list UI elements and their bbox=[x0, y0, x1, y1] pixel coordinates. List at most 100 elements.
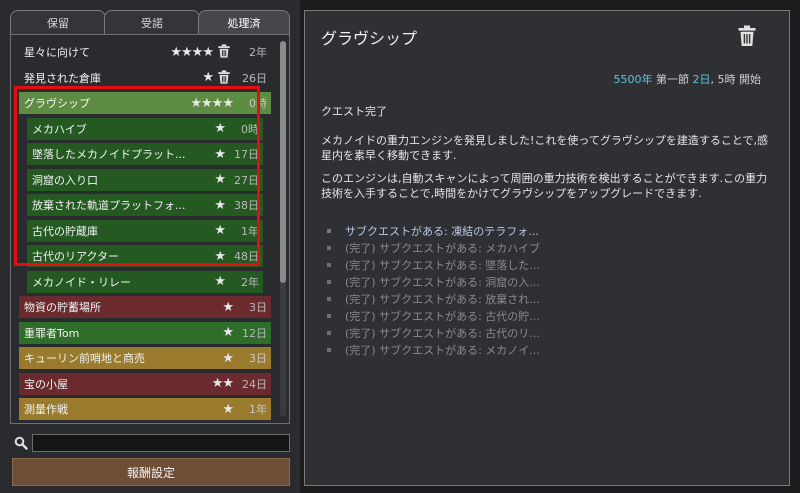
quest-detail-panel: グラヴシップ 5500年 第一節 2日, 5時 開始 クエスト完了 メカノイドの… bbox=[304, 10, 790, 486]
quest-start-date: 5500年 第一節 2日, 5時 開始 bbox=[613, 73, 762, 86]
quest-row[interactable]: 墜落したメカノイドプラット... ★ 17日 bbox=[27, 143, 263, 165]
quest-title: キューリン前哨地と商売 bbox=[24, 352, 145, 365]
star-icon: ★ bbox=[222, 299, 234, 315]
subquest-text: (完了) サブクエストがある: 古代のリ... bbox=[345, 326, 540, 340]
quest-time: 2年 bbox=[249, 46, 267, 59]
quest-time: 0時 bbox=[249, 97, 267, 110]
tab-processed[interactable]: 処理済 bbox=[198, 10, 290, 34]
subquest-text: (完了) サブクエストがある: メカハイブ bbox=[345, 241, 541, 255]
quest-row[interactable]: 放棄された軌道プラットフォ... ★ 38日 bbox=[27, 194, 263, 216]
quest-title: メカノイド・リレー bbox=[32, 275, 131, 289]
trash-icon[interactable] bbox=[217, 44, 233, 60]
search-icon bbox=[14, 436, 28, 450]
star-icon: ★★★★ bbox=[190, 95, 234, 111]
quest-title: 測量作戦 bbox=[24, 403, 68, 416]
quest-row[interactable]: 洞窟の入り口 ★ 27日 bbox=[27, 168, 263, 191]
tab-accepted[interactable]: 受諾 bbox=[104, 10, 200, 34]
star-icon: ★★★★ bbox=[170, 44, 214, 60]
quest-time: 0時 bbox=[241, 122, 259, 136]
quest-time: 1年 bbox=[249, 403, 267, 416]
star-icon: ★ bbox=[222, 401, 234, 417]
subquest-item[interactable]: (完了) サブクエストがある: メカノイ... bbox=[321, 341, 761, 358]
subquest-item[interactable]: (完了) サブクエストがある: 洞窟の入... bbox=[321, 273, 761, 290]
subquest-text: サブクエストがある: 凍結のテラフォ... bbox=[345, 224, 539, 238]
quest-row-selected[interactable]: グラヴシップ ★★★★ 0時 bbox=[19, 92, 271, 114]
quest-list-panel: 保留 受諾 処理済 星々に向けて ★★★★ 2年 発見された倉庫 ★ 26日 グラヴシップ ★… bbox=[0, 0, 300, 493]
quest-title: 重罪者Tom bbox=[24, 326, 80, 340]
quest-time: 3日 bbox=[249, 301, 267, 314]
bullet-icon bbox=[327, 330, 331, 335]
subquest-list: サブクエストがある: 凍結のテラフォ... (完了) サブクエストがある: メカハ… bbox=[321, 222, 761, 358]
star-icon: ★ bbox=[214, 197, 226, 213]
quest-title: 古代の貯蔵庫 bbox=[32, 224, 98, 238]
reward-settings-button[interactable]: 報酬設定 bbox=[12, 458, 290, 486]
quest-title: メカハイブ bbox=[32, 122, 87, 136]
bullet-icon bbox=[327, 245, 331, 250]
subquest-text: (完了) サブクエストがある: 墜落した... bbox=[345, 258, 540, 272]
subquest-text: (完了) サブクエストがある: 放棄され... bbox=[345, 292, 540, 306]
quest-time: 2年 bbox=[241, 275, 259, 289]
search-input[interactable] bbox=[32, 434, 290, 452]
scrollbar[interactable] bbox=[280, 41, 286, 417]
tab-pending[interactable]: 保留 bbox=[10, 10, 106, 34]
quest-row[interactable]: 宝の小屋 ★★ 24日 bbox=[19, 372, 271, 395]
quest-row[interactable]: 古代のリアクター ★ 48日 bbox=[27, 245, 263, 267]
quest-time: 48日 bbox=[234, 250, 259, 263]
scrollbar-thumb[interactable] bbox=[280, 41, 286, 283]
quest-row[interactable]: 星々に向けて ★★★★ 2年 bbox=[19, 41, 271, 63]
quest-row[interactable]: 発見された倉庫 ★ 26日 bbox=[19, 67, 271, 89]
quest-time: 26日 bbox=[242, 71, 267, 85]
subquest-item[interactable]: サブクエストがある: 凍結のテラフォ... bbox=[321, 222, 761, 239]
bullet-icon bbox=[327, 296, 331, 301]
quest-title: 墜落したメカノイドプラット... bbox=[32, 148, 186, 161]
subquest-item[interactable]: (完了) サブクエストがある: 放棄され... bbox=[321, 290, 761, 307]
quest-title: グラヴシップ bbox=[321, 29, 418, 48]
bullet-icon bbox=[327, 279, 331, 284]
subquest-item[interactable]: (完了) サブクエストがある: 古代のリ... bbox=[321, 324, 761, 341]
date-quadrum: 第一節 bbox=[656, 73, 689, 86]
trash-icon[interactable] bbox=[217, 69, 233, 86]
quest-row[interactable]: 古代の貯蔵庫 ★ 1年 bbox=[27, 219, 263, 242]
subquest-text: (完了) サブクエストがある: 古代の貯... bbox=[345, 309, 540, 323]
quest-title: 古代のリアクター bbox=[32, 250, 120, 263]
quest-time: 17日 bbox=[234, 148, 259, 161]
star-icon: ★ bbox=[214, 248, 226, 264]
quest-time: 38日 bbox=[234, 199, 259, 212]
star-icon: ★ bbox=[214, 274, 226, 289]
quest-list-body: 星々に向けて ★★★★ 2年 発見された倉庫 ★ 26日 グラヴシップ ★★★★ 0時 メカハイブ… bbox=[11, 35, 277, 423]
tab-strip: 保留 受諾 処理済 bbox=[10, 10, 290, 34]
star-icon: ★ bbox=[222, 350, 234, 366]
quest-row[interactable]: 物資の貯蓄場所 ★ 3日 bbox=[19, 296, 271, 318]
quest-title: 洞窟の入り口 bbox=[32, 173, 98, 187]
bullet-icon bbox=[327, 262, 331, 267]
subquest-item[interactable]: (完了) サブクエストがある: 墜落した... bbox=[321, 256, 761, 273]
date-day: 2日 bbox=[692, 73, 711, 86]
quest-row[interactable]: 測量作戦 ★ 1年 bbox=[19, 398, 271, 420]
star-icon: ★ bbox=[214, 146, 226, 162]
quest-time: 27日 bbox=[234, 173, 259, 187]
bullet-icon bbox=[327, 313, 331, 318]
quest-row[interactable]: 重罪者Tom ★ 12日 bbox=[19, 321, 271, 344]
trash-icon[interactable] bbox=[737, 25, 757, 47]
quest-list: 星々に向けて ★★★★ 2年 発見された倉庫 ★ 26日 グラヴシップ ★★★★ 0時 メカハイブ… bbox=[10, 34, 290, 424]
quest-description-2: このエンジンは,自動スキャンによって周囲の重力技術を検出することができます.この… bbox=[321, 172, 768, 200]
quest-title: 発見された倉庫 bbox=[24, 71, 101, 85]
star-icon: ★ bbox=[202, 70, 214, 85]
subquest-item[interactable]: (完了) サブクエストがある: 古代の貯... bbox=[321, 307, 761, 324]
quest-row[interactable]: メカハイブ ★ 0時 bbox=[27, 117, 263, 140]
star-icon: ★ bbox=[222, 325, 234, 340]
quest-status: クエスト完了 bbox=[321, 105, 387, 118]
quest-row[interactable]: メカノイド・リレー ★ 2年 bbox=[27, 270, 263, 293]
date-suffix: 開始 bbox=[739, 73, 761, 86]
subquest-text: (完了) サブクエストがある: メカノイ... bbox=[345, 343, 540, 357]
subquest-item[interactable]: (完了) サブクエストがある: メカハイブ bbox=[321, 239, 761, 256]
quest-time: 3日 bbox=[249, 352, 267, 365]
quest-time: 1年 bbox=[241, 224, 259, 238]
quest-title: グラヴシップ bbox=[24, 97, 90, 110]
quest-row[interactable]: キューリン前哨地と商売 ★ 3日 bbox=[19, 347, 271, 369]
star-icon: ★ bbox=[214, 223, 226, 238]
date-hour: 5時 bbox=[717, 73, 736, 86]
bullet-icon bbox=[327, 347, 331, 352]
quest-time: 24日 bbox=[242, 377, 267, 391]
star-icon: ★★ bbox=[211, 376, 234, 391]
